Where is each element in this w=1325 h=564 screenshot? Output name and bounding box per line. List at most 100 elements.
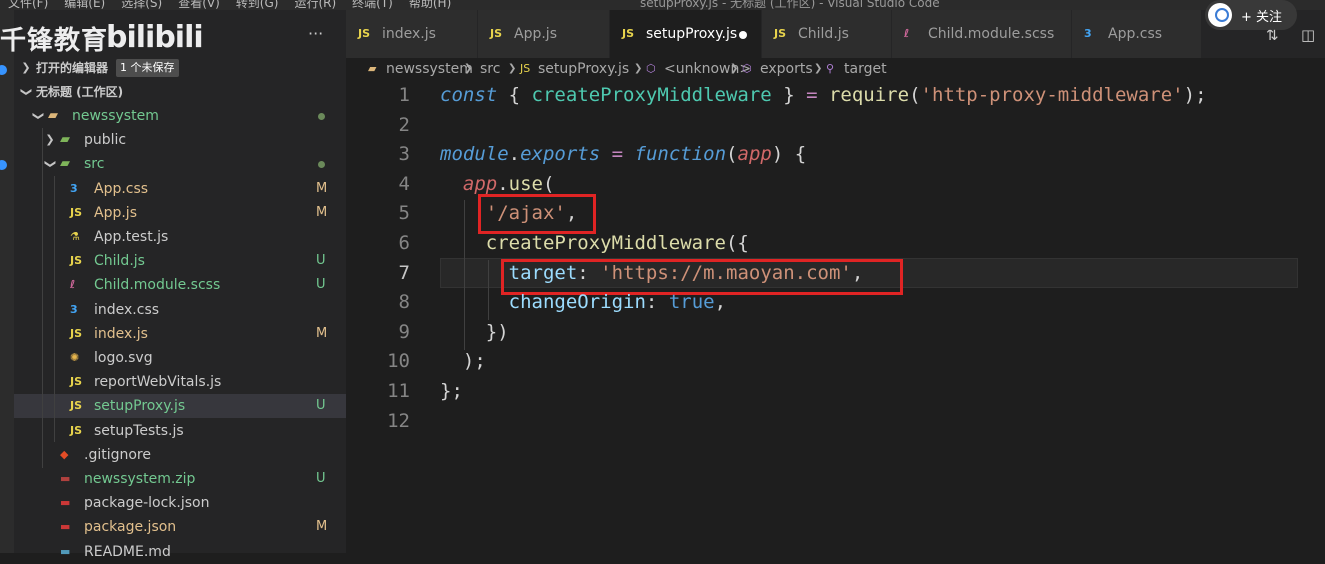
tree-file[interactable]: JS index.js M <box>14 322 346 346</box>
breadcrumb-item[interactable]: src <box>480 58 500 80</box>
code-token: changeOrigin <box>508 291 646 314</box>
line-number: 1 <box>398 84 410 106</box>
tab-label: setupProxy.js <box>646 26 738 42</box>
tree-item-label: index.css <box>94 301 160 318</box>
menu-item[interactable]: 编辑(E) <box>64 0 105 10</box>
editor-tab[interactable]: JS index.js <box>346 10 478 58</box>
editor-tab[interactable]: JS setupProxy.js <box>610 10 762 58</box>
menu-item[interactable]: 终端(T) <box>352 0 393 10</box>
activity-badge[interactable] <box>0 65 7 75</box>
menu-item[interactable]: 转到(G) <box>236 0 279 10</box>
code-token: ( <box>726 143 738 166</box>
editor-tab[interactable]: ℓ Child.module.scss <box>892 10 1072 58</box>
line-number: 12 <box>387 409 410 432</box>
open-editors-section[interactable]: ❯ 打开的编辑器 1 个未保存 <box>14 56 346 80</box>
tree-file[interactable]: JS setupProxy.js U <box>14 394 346 419</box>
code-token: } <box>771 84 807 106</box>
js-icon: JS <box>520 62 531 75</box>
watermark-brand: 千锋教育 <box>0 26 109 56</box>
tab-label: Child.module.scss <box>928 26 1055 42</box>
code-token: 'https://m.maoyan.com' <box>600 261 852 284</box>
code-line: const { createProxyMiddleware } = requir… <box>440 80 1207 110</box>
js-icon: JS <box>70 326 83 340</box>
tree-file[interactable]: JS Child.js U <box>14 249 346 273</box>
code-token: ({ <box>725 232 749 254</box>
code-token: , <box>851 261 864 284</box>
tree-file[interactable]: ▬ package.json M <box>14 515 346 539</box>
menu-item[interactable]: 选择(S) <box>121 0 162 10</box>
tree-item-label: package.json <box>84 519 177 536</box>
tree-folder[interactable]: ❯ ▰ src <box>14 152 346 176</box>
unsaved-dot-icon[interactable] <box>739 31 747 39</box>
menu-bar[interactable]: 文件(F) 编辑(E) 选择(S) 查看(V) 转到(G) 运行(R) 终端(T) 帮助(H) <box>8 0 467 10</box>
git-status-dot <box>318 113 325 120</box>
md-icon: ▬ <box>60 544 71 558</box>
code-token: ( <box>543 172 555 195</box>
test-icon: ⚗ <box>70 230 80 243</box>
menu-item[interactable]: 帮助(H) <box>409 0 451 10</box>
editor-tab[interactable]: JS App.js <box>478 10 610 58</box>
menu-item[interactable]: 文件(F) <box>8 0 48 10</box>
chevron-down-icon: ❯ <box>32 111 45 121</box>
menu-item[interactable]: 查看(V) <box>178 0 220 10</box>
split-editor-icon[interactable]: ◫ <box>1301 26 1315 44</box>
git-status-badge: M <box>316 325 328 341</box>
code-token: = <box>611 143 624 166</box>
css-icon: 3 <box>70 302 78 316</box>
line-number: 8 <box>398 291 410 314</box>
tree-file[interactable]: ✺ logo.svg <box>14 346 346 370</box>
code-token: , <box>565 202 578 225</box>
code-token: , <box>714 291 727 314</box>
npm-icon: ▬ <box>60 520 71 534</box>
tree-file[interactable]: ℓ Child.module.scss U <box>14 273 346 297</box>
code-token: ); <box>1183 84 1207 106</box>
editor-tab[interactable]: 3 App.css <box>1072 10 1202 58</box>
chevron-right-icon: ❯ <box>21 61 31 74</box>
js-icon: JS <box>490 27 503 40</box>
folder-icon: ▰ <box>60 132 70 148</box>
tree-file[interactable]: ◆ .gitignore <box>14 443 346 467</box>
code-token: app <box>462 172 498 195</box>
tree-file[interactable]: ▬ package-lock.json <box>14 491 346 515</box>
line-number: 9 <box>398 320 410 343</box>
more-actions-icon[interactable]: ··· <box>308 24 323 43</box>
follow-button[interactable]: + 关注 <box>1205 0 1297 30</box>
tree-item-label: newssystem <box>72 108 159 124</box>
js-icon: JS <box>70 423 83 437</box>
code-token: createProxyMiddleware <box>531 84 772 106</box>
tree-folder[interactable]: ❯ ▰ public <box>14 128 346 152</box>
tree-file[interactable]: ▬ README.md <box>14 540 346 564</box>
code-token: . <box>497 172 509 195</box>
tree-item-label: index.js <box>94 325 148 342</box>
js-icon: JS <box>774 27 787 40</box>
code-token: ) { <box>771 143 807 166</box>
tree-item-label: Child.module.scss <box>94 277 221 294</box>
tree-file[interactable]: JS reportWebVitals.js <box>14 370 346 394</box>
tree-file[interactable]: ▬ newssystem.zip U <box>14 467 346 491</box>
breadcrumb-separator-icon: ❯ <box>508 63 517 74</box>
editor-tab[interactable]: JS Child.js <box>762 10 892 58</box>
menu-item[interactable]: 运行(R) <box>294 0 336 10</box>
css-icon: 3 <box>70 181 78 195</box>
tree-file[interactable]: JS setupTests.js <box>14 419 346 443</box>
tree-file[interactable]: 3 index.css <box>14 298 346 322</box>
workspace-section[interactable]: ❯ 无标题 (工作区) <box>14 80 346 104</box>
sidebar-header: 千锋教育 bilibili ··· <box>0 10 346 58</box>
breadcrumb-item[interactable]: newssystem <box>386 58 473 80</box>
tree-file[interactable]: 3 App.css M <box>14 177 346 201</box>
code-editor[interactable]: 1 2 3 4 5 6 7 8 9 10 11 12 const { createProxyMiddle… <box>346 80 1325 553</box>
wrench-icon: ⚲ <box>826 62 835 75</box>
activity-badge[interactable] <box>0 160 7 170</box>
css-icon: 3 <box>1084 27 1092 40</box>
tree-file[interactable]: ⚗ App.test.js <box>14 225 346 249</box>
breadcrumb-item[interactable]: target <box>844 58 887 80</box>
breadcrumb-item[interactable]: setupProxy.js <box>538 58 629 80</box>
tree-item-label: public <box>84 132 127 149</box>
tree-folder[interactable]: ❯ ▰ newssystem <box>14 104 346 128</box>
code-token: }) <box>440 320 509 343</box>
breadcrumb-item[interactable]: exports <box>760 58 813 80</box>
code-token: : <box>645 291 669 314</box>
tree-file[interactable]: JS App.js M <box>14 201 346 225</box>
